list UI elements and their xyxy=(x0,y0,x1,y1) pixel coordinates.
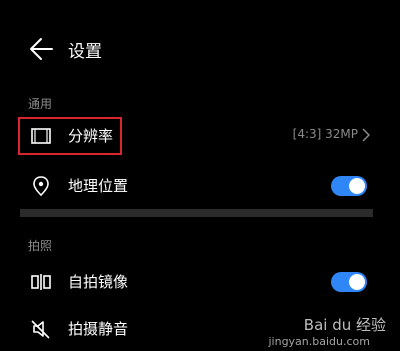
toggle-knob xyxy=(349,274,365,290)
back-arrow-icon[interactable] xyxy=(28,36,54,62)
setting-location[interactable]: 地理位置 xyxy=(0,166,400,206)
mute-label: 拍摄静音 xyxy=(68,320,129,338)
header: 设置 xyxy=(0,28,400,68)
mirror-icon xyxy=(31,274,51,290)
setting-selfie-mirror[interactable]: 自拍镜像 xyxy=(0,262,400,302)
speaker-mute-icon xyxy=(31,320,50,339)
location-label: 地理位置 xyxy=(68,177,129,195)
mirror-label: 自拍镜像 xyxy=(68,273,129,291)
highlight-box xyxy=(18,117,122,155)
toggle-knob xyxy=(349,178,365,194)
chevron-right-icon xyxy=(362,128,370,142)
watermark: Bai du 经验 xyxy=(303,316,386,334)
watermark-url: jingyan.baidu.com xyxy=(268,335,370,348)
resolution-value: [4:3] 32MP xyxy=(292,127,358,141)
section-photo-label: 拍照 xyxy=(28,239,53,253)
section-general-label: 通用 xyxy=(28,97,53,111)
mirror-toggle[interactable] xyxy=(331,272,367,292)
location-pin-icon xyxy=(33,176,49,197)
divider-band xyxy=(20,209,373,217)
location-toggle[interactable] xyxy=(331,176,367,196)
page-title: 设置 xyxy=(68,42,102,62)
